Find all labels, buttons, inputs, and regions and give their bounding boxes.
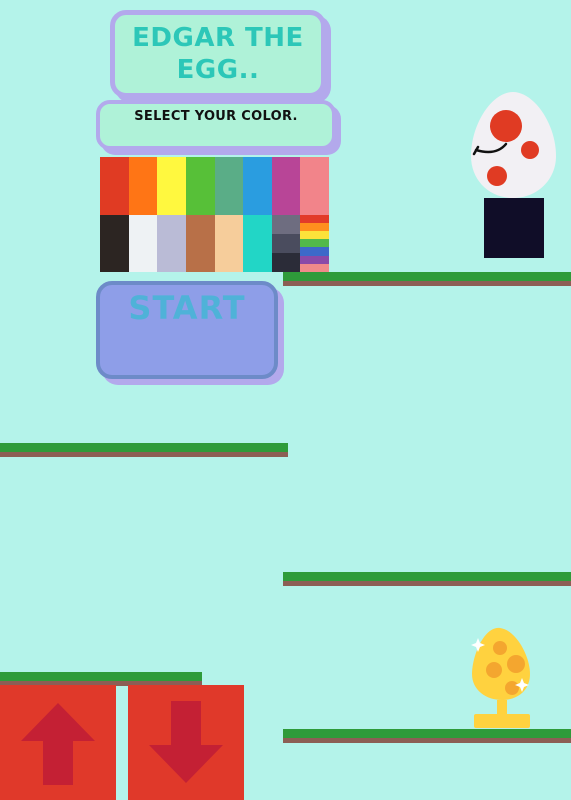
game-title-panel: EDGAR THE EGG.. bbox=[110, 10, 326, 98]
color-swatch[interactable] bbox=[100, 214, 129, 272]
color-swatch-rainbow[interactable] bbox=[300, 214, 329, 273]
color-swatch[interactable] bbox=[243, 214, 272, 272]
color-swatch[interactable] bbox=[243, 157, 272, 215]
up-arrow-button[interactable] bbox=[0, 685, 116, 800]
color-swatch[interactable] bbox=[271, 157, 301, 215]
game-title-line2: EGG.. bbox=[176, 55, 260, 85]
color-swatch[interactable] bbox=[157, 157, 186, 215]
platform-bottom-left bbox=[0, 672, 202, 686]
start-button-label: START bbox=[128, 289, 246, 327]
select-color-panel: SELECT YOUR COLOR. bbox=[96, 100, 336, 150]
color-swatch[interactable] bbox=[100, 157, 129, 215]
trophy bbox=[466, 626, 536, 730]
color-stripe bbox=[271, 233, 301, 253]
color-swatch[interactable] bbox=[157, 214, 186, 272]
up-arrow-icon bbox=[21, 702, 95, 785]
color-swatch[interactable] bbox=[214, 157, 244, 215]
start-button[interactable]: START bbox=[96, 281, 278, 379]
color-stripe bbox=[300, 263, 329, 273]
egg-character-icon bbox=[471, 92, 556, 258]
platform-middle-right bbox=[283, 572, 571, 586]
color-swatch[interactable] bbox=[185, 157, 215, 215]
color-swatch[interactable] bbox=[214, 214, 244, 272]
platform-top-right bbox=[283, 272, 571, 286]
select-color-label: SELECT YOUR COLOR. bbox=[134, 109, 298, 124]
color-stripe bbox=[300, 239, 329, 248]
color-palette bbox=[100, 157, 329, 273]
color-swatch[interactable] bbox=[300, 157, 329, 215]
down-arrow-button[interactable] bbox=[128, 685, 244, 800]
color-stripe bbox=[300, 214, 329, 223]
egg-character bbox=[466, 90, 566, 262]
color-swatch[interactable] bbox=[185, 214, 215, 272]
color-stripe bbox=[300, 230, 329, 240]
trophy-egg-icon bbox=[471, 627, 530, 728]
platform-bottom-right bbox=[283, 729, 571, 743]
color-stripe bbox=[271, 252, 301, 273]
game-title-line1: EDGAR THE bbox=[132, 23, 304, 53]
color-stripe bbox=[300, 255, 329, 264]
color-stripe bbox=[300, 247, 329, 256]
platform-middle-left bbox=[0, 443, 288, 457]
color-swatch[interactable] bbox=[128, 157, 158, 215]
color-swatch-multi-gray[interactable] bbox=[271, 214, 301, 273]
color-stripe bbox=[271, 214, 301, 234]
color-swatch[interactable] bbox=[128, 214, 158, 272]
down-arrow-icon bbox=[149, 700, 223, 783]
game-title: EDGAR THE EGG.. bbox=[128, 22, 308, 86]
color-stripe bbox=[300, 222, 329, 231]
